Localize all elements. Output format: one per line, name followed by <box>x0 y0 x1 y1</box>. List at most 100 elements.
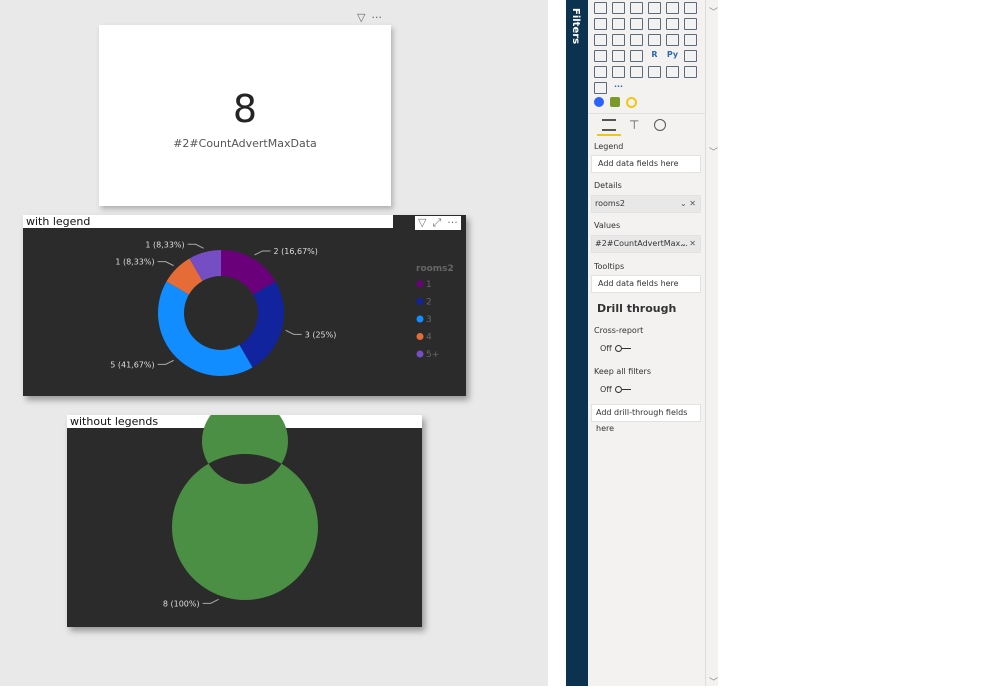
kpi-value: 8 <box>232 87 258 131</box>
drill-through-well[interactable]: Add drill-through fields here <box>591 404 701 433</box>
ribbon-icon[interactable] <box>684 2 697 14</box>
gauge-icon[interactable] <box>630 34 643 46</box>
slicer-icon[interactable] <box>594 50 607 62</box>
data-label: 1 (8,33%) <box>115 258 154 267</box>
data-label: 1 (8,33%) <box>145 240 184 249</box>
leader-line <box>254 250 271 256</box>
visual-header: ▽ ··· <box>357 11 382 24</box>
donut-slice-3[interactable] <box>158 281 253 377</box>
leader-line <box>187 243 204 249</box>
leader-line <box>157 359 174 365</box>
r-visual-icon[interactable]: R <box>648 50 661 62</box>
legend-marker <box>416 298 424 305</box>
drill-through-heading: Drill through <box>597 302 677 315</box>
power-apps-icon[interactable] <box>666 66 679 78</box>
area-icon[interactable] <box>612 2 625 14</box>
active-tab-indicator <box>597 134 621 136</box>
donut-slice-2[interactable] <box>239 281 285 368</box>
legend-item[interactable]: 3 <box>426 315 432 325</box>
more-options-icon[interactable]: ··· <box>371 11 382 24</box>
more-icon[interactable]: ··· <box>612 82 625 94</box>
map-icon[interactable] <box>594 34 607 46</box>
format-paint-roller-icon[interactable]: ⊤ <box>629 118 639 132</box>
tooltips-well-label: Tooltips <box>594 262 625 271</box>
leader-line <box>285 329 302 335</box>
donut-slice-8[interactable] <box>172 415 318 600</box>
paginated-icon[interactable] <box>630 66 643 78</box>
toggle-state: Off <box>600 385 612 394</box>
key-influencers-icon[interactable] <box>684 50 697 62</box>
legend-title: rooms2 <box>416 264 454 274</box>
kpi-icon[interactable] <box>684 34 697 46</box>
kpi-label: #2#CountAdvertMaxData <box>173 137 317 150</box>
python-visual-icon[interactable]: Py <box>666 50 679 62</box>
donut-with-legend[interactable]: with legend ▽ ⤢ ··· 2 (16,67%) 3 (25%) 5 (41… <box>23 215 466 396</box>
remove-field-icon[interactable]: ⌄ ✕ <box>680 196 696 212</box>
table-icon[interactable] <box>612 50 625 62</box>
keep-filters-label: Keep all filters <box>594 367 651 376</box>
custom-visual-icon[interactable] <box>610 97 620 107</box>
legend-marker <box>416 333 424 340</box>
details-well-label: Details <box>594 181 622 190</box>
clustered-column-icon[interactable] <box>666 2 679 14</box>
legend-marker <box>416 315 424 323</box>
custom-visual-icon[interactable] <box>594 97 604 107</box>
qa-icon[interactable] <box>612 66 625 78</box>
report-canvas: ▽ ··· 8 #2#CountAdvertMaxData with legend… <box>0 0 548 686</box>
data-label: 3 (25%) <box>305 330 337 339</box>
funnel-icon[interactable] <box>612 18 625 30</box>
data-label: 8 (100%) <box>163 599 200 608</box>
decomposition-tree-icon[interactable] <box>594 66 607 78</box>
legend-well[interactable]: Add data fields here <box>591 155 701 173</box>
matrix-icon[interactable] <box>630 50 643 62</box>
toggle-state: Off <box>600 344 612 353</box>
filter-icon[interactable]: ▽ <box>357 11 365 24</box>
treemap-icon[interactable] <box>684 18 697 30</box>
pie-icon[interactable] <box>648 18 661 30</box>
chevron-down-icon[interactable]: ﹀ <box>709 5 718 18</box>
donut-chart: 2 (16,67%) 3 (25%) 5 (41,67%) 1 (8,33%) 1 (8… <box>110 240 454 377</box>
filters-label: Filters <box>570 8 581 45</box>
legend-item[interactable]: 5+ <box>426 350 439 360</box>
legend-item[interactable]: 1 <box>426 280 432 290</box>
values-well[interactable]: #2#CountAdvertMax... ⌄ ✕ <box>591 235 701 253</box>
legend-item[interactable]: 2 <box>426 298 432 308</box>
multi-row-card-icon[interactable] <box>666 34 679 46</box>
scatter-icon[interactable] <box>630 18 643 30</box>
details-field: rooms2 <box>595 199 625 208</box>
smart-narrative-icon[interactable] <box>648 66 661 78</box>
leader-line <box>202 598 219 604</box>
analytics-icon[interactable] <box>654 119 666 131</box>
custom-icon[interactable] <box>684 66 697 78</box>
chevron-down-icon[interactable]: ﹀ <box>709 675 718 688</box>
stacked-column-icon[interactable] <box>648 2 661 14</box>
keep-filters-toggle[interactable]: Off <box>600 385 631 394</box>
stacked-bar-icon[interactable] <box>594 2 607 14</box>
data-label: 2 (16,67%) <box>274 247 318 256</box>
donut-icon[interactable] <box>666 18 679 30</box>
remove-field-icon[interactable]: ⌄ ✕ <box>680 236 696 252</box>
custom-visuals <box>594 97 637 108</box>
data-label: 5 (41,67%) <box>110 360 154 369</box>
filters-pane-collapsed[interactable]: Filters <box>566 0 588 686</box>
donut-without-legend[interactable]: without legends 8 (100%) <box>67 415 422 627</box>
values-well-label: Values <box>594 221 621 230</box>
cross-report-toggle[interactable]: Off <box>600 344 631 353</box>
legend-item[interactable]: 4 <box>426 333 432 343</box>
play-axis-icon[interactable] <box>626 97 637 108</box>
legend-marker <box>416 350 424 358</box>
cross-report-label: Cross-report <box>594 326 644 335</box>
card-icon[interactable] <box>648 34 661 46</box>
power-automate-icon[interactable] <box>594 82 607 94</box>
details-well[interactable]: rooms2 ⌄ ✕ <box>591 195 701 213</box>
legend-marker <box>416 280 424 288</box>
filled-map-icon[interactable] <box>612 34 625 46</box>
donut-chart: 8 (100%) <box>163 415 318 608</box>
line-area-icon[interactable] <box>630 2 643 14</box>
pane-scroll-strip[interactable] <box>706 0 718 686</box>
tooltips-well[interactable]: Add data fields here <box>591 275 701 293</box>
fields-tab-icon[interactable] <box>602 119 616 131</box>
waterfall-icon[interactable] <box>594 18 607 30</box>
kpi-card[interactable]: ▽ ··· 8 #2#CountAdvertMaxData <box>99 11 391 206</box>
chevron-down-icon[interactable]: ﹀ <box>709 145 718 158</box>
